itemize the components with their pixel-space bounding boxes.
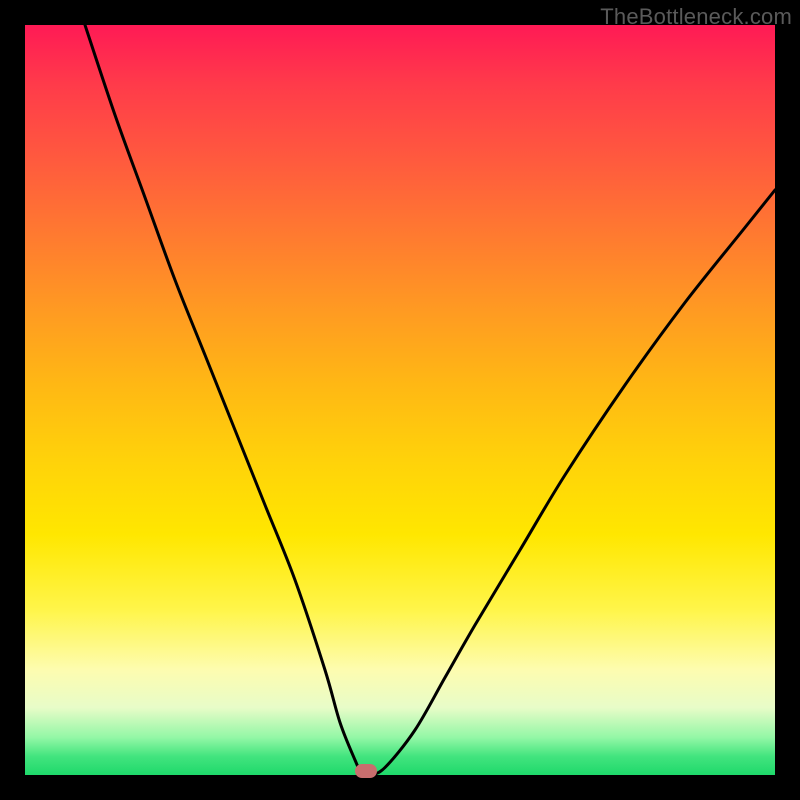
bottleneck-curve [25, 25, 775, 775]
watermark-text: TheBottleneck.com [600, 4, 792, 30]
plot-area [25, 25, 775, 775]
chart-frame: TheBottleneck.com [0, 0, 800, 800]
optimum-marker [355, 764, 377, 778]
